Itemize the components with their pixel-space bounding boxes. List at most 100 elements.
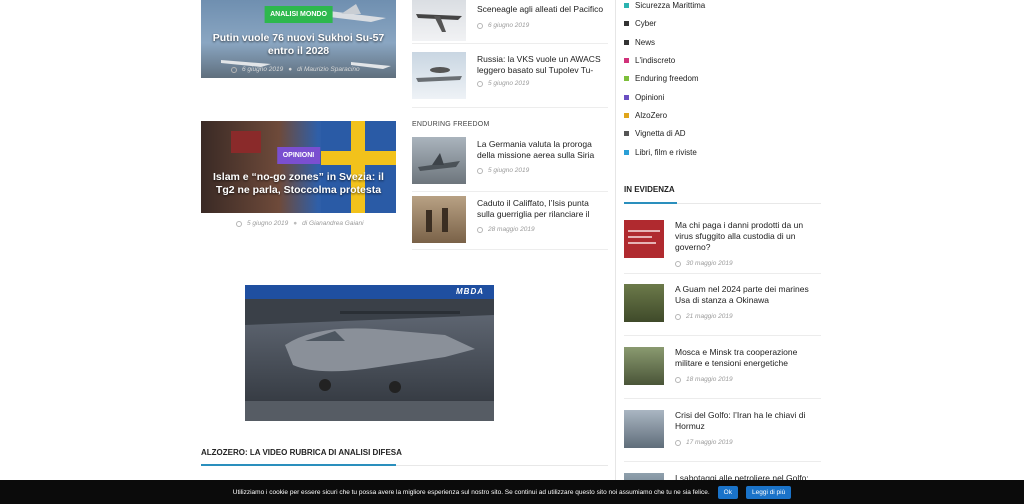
clock-icon xyxy=(231,66,237,73)
article-title[interactable]: La Germania valuta la proroga della miss… xyxy=(477,139,608,161)
article-title[interactable]: Russia: la VKS vuole un AWACS leggero ba… xyxy=(477,54,608,76)
category-color-swatch xyxy=(624,3,629,8)
category-color-swatch xyxy=(624,58,629,63)
article-thumbnail[interactable] xyxy=(624,284,664,322)
article-title[interactable]: Mosca e Minsk tra cooperazione militare … xyxy=(675,347,821,369)
divider xyxy=(624,398,821,399)
category-label[interactable]: News xyxy=(635,38,655,47)
feature-card-1[interactable]: ANALISI MONDO Putin vuole 76 nuovi Sukho… xyxy=(201,0,396,78)
article-thumbnail[interactable] xyxy=(412,52,466,99)
article-meta: 6 giugno 2019 xyxy=(477,22,529,29)
clock-icon xyxy=(477,80,483,87)
article-title[interactable]: Ma chi paga i danni prodotti da un virus… xyxy=(675,220,821,253)
category-item[interactable]: Cyber xyxy=(624,19,656,28)
article-thumbnail[interactable] xyxy=(412,0,466,41)
feature-card-2[interactable]: OPINIONI Islam e “no-go zones” in Svezia… xyxy=(201,121,396,227)
clock-icon xyxy=(236,220,242,227)
heading-rule xyxy=(677,203,821,204)
article-meta: 21 maggio 2019 xyxy=(675,313,733,320)
article-thumbnail[interactable] xyxy=(624,410,664,448)
article-meta: 28 maggio 2019 xyxy=(477,226,535,233)
sidebar-divider xyxy=(615,0,616,480)
clock-icon xyxy=(477,22,483,29)
clock-icon xyxy=(675,376,681,383)
soldiers-icon xyxy=(426,208,448,232)
feature-author: di Maurizio Sparacino xyxy=(297,66,360,73)
feature-author: di Gianandrea Gaiani xyxy=(302,220,364,227)
category-color-swatch xyxy=(624,40,629,45)
clock-icon xyxy=(675,439,681,446)
awacs-icon xyxy=(416,67,462,82)
clock-icon xyxy=(477,226,483,233)
fighter-jet-icon xyxy=(418,153,460,171)
divider xyxy=(412,249,608,250)
article-thumbnail[interactable] xyxy=(412,196,466,243)
category-color-swatch xyxy=(624,131,629,136)
section-heading-alzozero[interactable]: ALZOZERO: LA VIDEO RUBRICA DI ANALISI DI… xyxy=(201,448,402,457)
feature-image[interactable]: OPINIONI Islam e “no-go zones” in Svezia… xyxy=(201,121,396,213)
list-item[interactable]: La Germania valuta la proroga della miss… xyxy=(412,137,608,189)
article-date: 6 giugno 2019 xyxy=(488,22,530,29)
category-label[interactable]: Opinioni xyxy=(635,93,664,102)
article-title[interactable]: A Guam nel 2024 parte dei marines Usa di… xyxy=(675,284,821,306)
article-date: 28 maggio 2019 xyxy=(488,226,535,233)
feature-title[interactable]: Putin vuole 76 nuovi Sukhoi Su-57 entro … xyxy=(211,32,386,58)
article-meta: 5 giugno 2019 xyxy=(477,80,529,87)
article-title[interactable]: Crisi del Golfo: l’Iran ha le chiavi di … xyxy=(675,410,821,432)
article-thumbnail[interactable] xyxy=(624,220,664,258)
category-label[interactable]: Sicurezza Marittima xyxy=(635,1,705,10)
helicopter-ad-image xyxy=(245,285,494,421)
article-date: 5 giugno 2019 xyxy=(488,80,530,87)
category-color-swatch xyxy=(624,21,629,26)
swedish-flag-illustration xyxy=(231,121,396,213)
category-badge[interactable]: OPINIONI xyxy=(276,147,321,164)
article-date: 18 maggio 2019 xyxy=(686,376,733,383)
article-title[interactable]: Caduto il Califfato, l’Isis punta sulla … xyxy=(477,198,608,220)
category-item[interactable]: Enduring freedom xyxy=(624,74,699,83)
category-item[interactable]: Libri, film e riviste xyxy=(624,148,697,157)
feature-title[interactable]: Islam e “no-go zones” in Svezia: il Tg2 … xyxy=(211,171,386,197)
article-thumbnail[interactable] xyxy=(624,347,664,385)
section-label-enduring[interactable]: ENDURING FREEDOM xyxy=(412,121,489,128)
advertisement-banner[interactable]: MBDA xyxy=(245,285,494,421)
user-icon: ● xyxy=(288,66,293,73)
category-badge[interactable]: ANALISI MONDO xyxy=(264,6,333,23)
feature-date: 6 giugno 2019 xyxy=(242,66,284,73)
category-item[interactable]: Opinioni xyxy=(624,93,664,102)
cookie-message: Utilizziamo i cookie per essere sicuri c… xyxy=(232,488,710,496)
category-label[interactable]: Vignetta di AD xyxy=(635,129,686,138)
category-item[interactable]: L'indiscreto xyxy=(624,56,675,65)
feature-meta: 5 giugno 2019 ● di Gianandrea Gaiani xyxy=(236,220,364,227)
article-meta: 30 maggio 2019 xyxy=(675,260,733,267)
article-meta: 18 maggio 2019 xyxy=(675,376,733,383)
category-item[interactable]: Vignetta di AD xyxy=(624,129,686,138)
cookie-ok-button[interactable]: Ok xyxy=(717,485,738,499)
list-item[interactable]: Russia: la VKS vuole un AWACS leggero ba… xyxy=(412,52,608,104)
category-label[interactable]: Cyber xyxy=(635,19,656,28)
category-label[interactable]: Enduring freedom xyxy=(635,74,699,83)
category-label[interactable]: Libri, film e riviste xyxy=(635,148,697,157)
section-heading-evidenza: IN EVIDENZA xyxy=(624,185,675,194)
article-date: 5 giugno 2019 xyxy=(488,167,530,174)
divider xyxy=(412,43,608,44)
category-label[interactable]: AlzoZero xyxy=(635,111,667,120)
article-date: 17 maggio 2019 xyxy=(686,439,733,446)
category-color-swatch xyxy=(624,76,629,81)
article-meta: 17 maggio 2019 xyxy=(675,439,733,446)
article-title[interactable]: Sceneagle agli alleati del Pacifico xyxy=(477,4,608,15)
list-item[interactable]: Sceneagle agli alleati del Pacifico 6 gi… xyxy=(412,0,608,46)
category-item[interactable]: AlzoZero xyxy=(624,111,667,120)
category-item[interactable]: Sicurezza Marittima xyxy=(624,1,705,10)
divider xyxy=(624,273,821,274)
clock-icon xyxy=(675,313,681,320)
drone-icon xyxy=(416,14,462,32)
feature-image[interactable]: ANALISI MONDO Putin vuole 76 nuovi Sukho… xyxy=(201,0,396,78)
list-item[interactable]: Caduto il Califfato, l’Isis punta sulla … xyxy=(412,196,608,248)
divider xyxy=(624,461,821,462)
cookie-more-button[interactable]: Leggi di più xyxy=(745,485,792,499)
category-color-swatch xyxy=(624,150,629,155)
category-label[interactable]: L'indiscreto xyxy=(635,56,675,65)
article-thumbnail[interactable] xyxy=(412,137,466,184)
category-item[interactable]: News xyxy=(624,38,655,47)
article-meta: 5 giugno 2019 xyxy=(477,167,529,174)
